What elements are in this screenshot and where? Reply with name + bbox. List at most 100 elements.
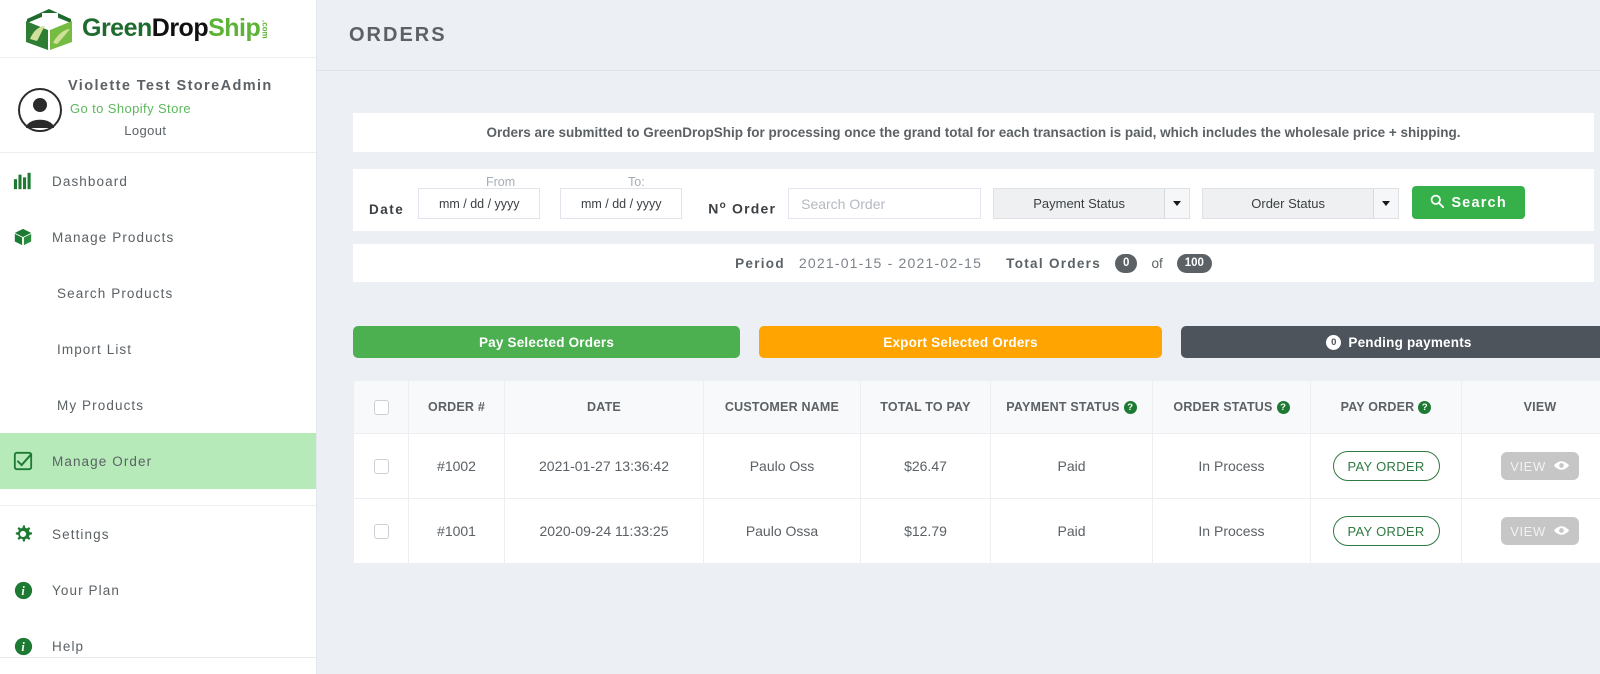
brand-tld: .com <box>260 20 270 39</box>
pay-selected-orders-button[interactable]: Pay Selected Orders <box>353 326 740 358</box>
cell-order-number: #1001 <box>408 498 505 564</box>
green-box-leaf-logo-icon <box>22 5 76 53</box>
period-label: Period <box>735 255 785 271</box>
user-avatar-icon <box>18 88 62 132</box>
eye-icon <box>1553 524 1570 539</box>
chevron-down-icon[interactable] <box>1373 189 1399 218</box>
pay-selected-orders-label: Pay Selected Orders <box>478 334 615 350</box>
sidebar-item-label: Manage Order <box>52 453 153 469</box>
search-button[interactable]: Search <box>1412 186 1526 219</box>
bar-chart-icon <box>12 170 34 192</box>
brand-logo[interactable]: GreenDropShip.com <box>0 0 316 58</box>
date-to-label: To: <box>628 175 645 189</box>
go-to-shopify-store-link[interactable]: Go to Shopify Store <box>68 101 273 116</box>
col-payment-status: PAYMENT STATUS? <box>990 380 1153 434</box>
brand-name-part2: Drop <box>151 14 209 42</box>
sidebar-item-settings[interactable]: Settings <box>0 506 316 562</box>
orders-notice-text: Orders are submitted to GreenDropShip fo… <box>486 125 1461 140</box>
table-row: #1002 2021-01-27 13:36:42 Paulo Oss $26.… <box>353 433 1600 499</box>
cell-customer-name: Paulo Ossa <box>703 498 861 564</box>
sidebar-item-manage-products[interactable]: Manage Products <box>0 209 316 265</box>
pending-payments-button[interactable]: 0 Pending payments <box>1181 326 1600 358</box>
col-order-status: ORDER STATUS? <box>1152 380 1311 434</box>
sidebar-item-label: Settings <box>52 526 110 542</box>
sidebar-item-your-plan[interactable]: i Your Plan <box>0 562 316 618</box>
export-selected-orders-label: Export Selected Orders <box>883 334 1038 350</box>
pay-order-button[interactable]: PAY ORDER <box>1332 451 1440 481</box>
col-pay-order: PAY ORDER? <box>1310 380 1462 434</box>
sidebar-item-my-products[interactable]: My Products <box>0 377 316 433</box>
cell-order-status: In Process <box>1152 498 1311 564</box>
sidebar-item-label: Your Plan <box>52 582 120 598</box>
view-button-label: VIEW <box>1510 523 1546 539</box>
view-button[interactable]: VIEW <box>1501 517 1579 545</box>
col-view: VIEW <box>1461 380 1600 434</box>
svg-text:i: i <box>21 583 25 597</box>
cell-pay-order: PAY ORDER <box>1310 498 1462 564</box>
cell-payment-status: Paid <box>990 498 1153 564</box>
row-checkbox[interactable] <box>373 459 389 475</box>
sidebar: GreenDropShip.com Violette Test StoreAdm… <box>0 0 317 674</box>
sidebar-bottom-divider <box>0 657 316 658</box>
cell-view: VIEW <box>1461 433 1600 499</box>
col-total-to-pay: TOTAL TO PAY <box>860 380 991 434</box>
date-from-input[interactable] <box>418 188 541 219</box>
sidebar-item-label: My Products <box>57 397 145 413</box>
help-icon[interactable]: ? <box>1123 401 1137 415</box>
order-status-selected-label: Order Status <box>1251 196 1325 211</box>
sidebar-item-import-list[interactable]: Import List <box>0 321 316 377</box>
gear-icon <box>12 523 34 545</box>
row-checkbox[interactable] <box>373 524 389 540</box>
brand-name-part3: Ship <box>208 14 261 42</box>
help-icon[interactable]: ? <box>1418 401 1432 415</box>
sidebar-item-dashboard[interactable]: Dashboard <box>0 153 316 209</box>
cell-customer-name: Paulo Oss <box>703 433 861 499</box>
help-icon[interactable]: ? <box>1276 401 1290 415</box>
brand-wordmark: GreenDropShip.com <box>82 14 269 43</box>
user-name: Violette Test StoreAdmin <box>68 78 273 94</box>
svg-text:i: i <box>21 639 25 653</box>
pay-order-button[interactable]: PAY ORDER <box>1332 516 1440 546</box>
filter-bar: From To: Date No Order Payment Status Or… <box>353 169 1594 231</box>
col-order-number: ORDER # <box>408 380 505 434</box>
sidebar-item-label: Help <box>52 638 85 654</box>
period-summary-bar: Period 2021-01-15 - 2021-02-15 Total Ord… <box>353 244 1594 282</box>
row-select-cell <box>353 498 409 564</box>
chevron-down-icon[interactable] <box>1164 189 1190 218</box>
content-area: Orders are submitted to GreenDropShip fo… <box>317 71 1600 564</box>
select-all-header <box>353 380 409 434</box>
user-block: Violette Test StoreAdmin Go to Shopify S… <box>0 58 316 153</box>
sidebar-item-label: Manage Products <box>52 229 175 245</box>
cell-total-to-pay: $12.79 <box>860 498 991 564</box>
orders-table: ORDER # DATE CUSTOMER NAME TOTAL TO PAY … <box>353 380 1600 564</box>
sidebar-nav: Dashboard Manage Products Search Product… <box>0 153 316 674</box>
payment-status-select[interactable]: Payment Status <box>993 188 1191 219</box>
select-all-checkbox[interactable] <box>373 399 389 415</box>
row-select-cell <box>353 433 409 499</box>
main-content: ORDERS Orders are submitted to GreenDrop… <box>317 0 1600 674</box>
sidebar-item-label: Import List <box>57 341 133 357</box>
total-orders-of-label: of <box>1151 255 1163 271</box>
table-row: #1001 2020-09-24 11:33:25 Paulo Ossa $12… <box>353 498 1600 564</box>
view-button-label: VIEW <box>1510 458 1546 474</box>
date-filter-label: Date <box>369 202 405 217</box>
sidebar-item-label: Search Products <box>57 285 174 301</box>
date-to-input[interactable] <box>560 188 683 219</box>
view-button[interactable]: VIEW <box>1501 452 1579 480</box>
info-icon: i <box>12 579 34 601</box>
sidebar-item-search-products[interactable]: Search Products <box>0 265 316 321</box>
sidebar-item-help[interactable]: i Help <box>0 618 316 674</box>
orders-notice-banner: Orders are submitted to GreenDropShip fo… <box>353 113 1594 152</box>
col-customer-name: CUSTOMER NAME <box>703 380 861 434</box>
pending-payments-label: Pending payments <box>1348 334 1472 350</box>
cell-order-status: In Process <box>1152 433 1311 499</box>
logout-link[interactable]: Logout <box>68 123 273 138</box>
sidebar-item-manage-order[interactable]: Manage Order <box>0 433 316 489</box>
search-order-input[interactable] <box>788 188 982 219</box>
cell-date: 2020-09-24 11:33:25 <box>504 498 704 564</box>
app-root: GreenDropShip.com Violette Test StoreAdm… <box>0 0 1600 674</box>
order-status-select[interactable]: Order Status <box>1202 188 1400 219</box>
export-selected-orders-button[interactable]: Export Selected Orders <box>759 326 1162 358</box>
cell-date: 2021-01-27 13:36:42 <box>504 433 704 499</box>
bulk-actions-row: Pay Selected Orders Export Selected Orde… <box>353 326 1600 358</box>
